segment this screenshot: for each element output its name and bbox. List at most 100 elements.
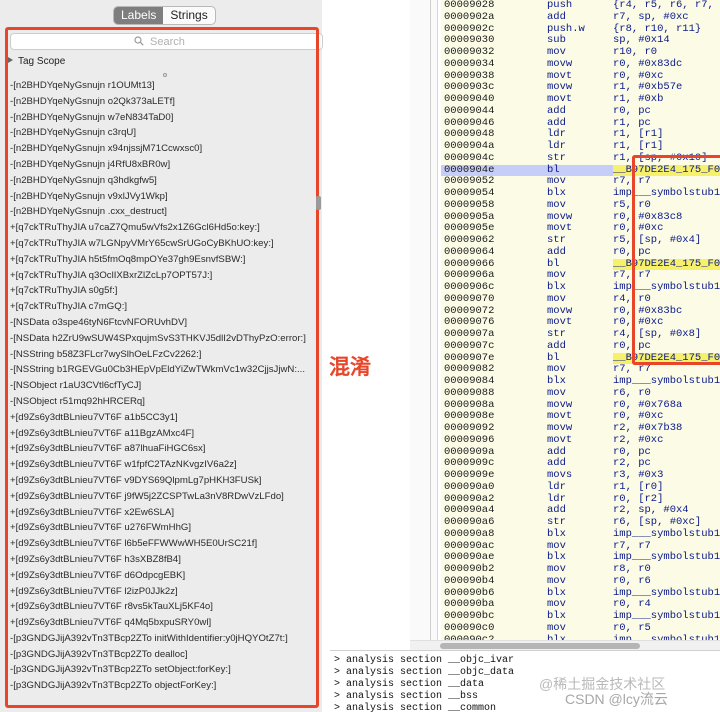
- label-list-item[interactable]: +[d9Zs6y3dtBLnieu7VT6F j9fW5j2ZCSPTwLa3n…: [10, 489, 320, 505]
- label-list-item[interactable]: +[d9Zs6y3dtBLnieu7VT6F l6b5eFFWWwWH5E0Ur…: [10, 536, 320, 552]
- instruction-address: 0000904c: [444, 151, 495, 164]
- label-list-item[interactable]: +[q7ckTRuThyJIA h5t5fmOq8mpOYe37gh9Esnvf…: [10, 252, 320, 268]
- label-list-item[interactable]: -[NSObject r51mq92hHRCERq]: [10, 394, 320, 410]
- disassembly-row[interactable]: 000090a8 blx imp___symbolstub1_: [441, 527, 720, 541]
- label-list-item[interactable]: -[NSString b1RGEVGu0Cb3HEpVpEldYiZwTWkmV…: [10, 362, 320, 378]
- instruction-operands: r0, pc: [613, 245, 651, 258]
- disassembly-row[interactable]: 00009028 push {r4, r5, r6, r7, lr}: [441, 0, 720, 12]
- instruction-operands: r6, [sp, #0xc]: [613, 516, 702, 528]
- instruction-operands: r0, pc: [613, 339, 651, 352]
- label-list-item[interactable]: +[d9Zs6y3dtBLnieu7VT6F q4Mq5bxpuSRY0wl]: [10, 615, 320, 631]
- panel-tab-bar: Labels Strings: [113, 6, 216, 25]
- disassembly-row[interactable]: 00009032 mov r10, r0: [441, 46, 720, 59]
- label-list-item[interactable]: -[n2BHDYqeNyGsnujn v9xlJVy1Wkp]: [10, 189, 320, 205]
- tag-scope-toggle[interactable]: Tag Scope: [8, 56, 65, 68]
- label-list-item[interactable]: -[n2BHDYqeNyGsnujn .cxx_destruct]: [10, 204, 320, 220]
- disassembly-row[interactable]: 00009070 mov r4, r0: [441, 292, 720, 306]
- horizontal-scrollbar[interactable]: [410, 640, 720, 650]
- label-list-item[interactable]: -[n2BHDYqeNyGsnujn j4RfU8xBR0w]: [10, 157, 320, 173]
- label-list-item[interactable]: -[n2BHDYqeNyGsnujn q3hdkgfw5]: [10, 173, 320, 189]
- disassembly-row[interactable]: 000090b4 mov r0, r6: [441, 574, 720, 588]
- instruction-mnemonic: blx: [547, 610, 566, 622]
- label-list-item[interactable]: +[q7ckTRuThyJIA c7mGQ:]: [10, 299, 320, 315]
- label-list-item[interactable]: -[p3GNDGJijA392vTn3TBcp2ZTo setObject:fo…: [10, 662, 320, 678]
- disassembly-row[interactable]: 0000904c str r1, [sp, #0x10]: [441, 151, 720, 165]
- tab-strings[interactable]: Strings: [163, 7, 214, 24]
- disassembly-row[interactable]: 000090c0 mov r0, r5: [441, 622, 720, 635]
- disassembly-row[interactable]: 00009034 movw r0, #0x83dc: [441, 57, 720, 71]
- tag-scope-label: Tag Scope: [18, 56, 66, 67]
- label-list-item[interactable]: +[d9Zs6y3dtBLnieu7VT6F r8vs5kTauXLj5KF4o…: [10, 599, 320, 615]
- disassembly-row[interactable]: 0000907c add r0, pc: [441, 339, 720, 353]
- instruction-address: 00009070: [444, 292, 495, 305]
- disassembly-row[interactable]: 00009062 str r5, [sp, #0x4]: [441, 234, 720, 247]
- instruction-address: 00009058: [444, 198, 495, 211]
- instruction-address: 00009034: [444, 57, 495, 70]
- disassembly-row[interactable]: 00009054 blx imp___symbolstub1_: [441, 187, 720, 200]
- label-list-item[interactable]: +[d9Zs6y3dtBLnieu7VT6F u276FWmHhG]: [10, 520, 320, 536]
- instruction-address: 000090a0: [444, 480, 495, 493]
- disassembly-row[interactable]: 00009096 movt r2, #0xc: [441, 433, 720, 447]
- label-list-item[interactable]: +[q7ckTRuThyJIA q3OclIXBxrZlZcLp7OPT57J:…: [10, 268, 320, 284]
- disassembly-row[interactable]: 00009084 blx imp___symbolstub1_: [441, 375, 720, 388]
- label-list-item[interactable]: -[NSObject r1aU3CVtl6cfTyCJ]: [10, 378, 320, 394]
- disassembly-row[interactable]: 000090bc blx imp___symbolstub1_: [441, 610, 720, 623]
- disassembly-row[interactable]: 00009088 mov r6, r0: [441, 387, 720, 400]
- label-list-item[interactable]: +[d9Zs6y3dtBLnieu7VT6F a1b5CC3y1]: [10, 410, 320, 426]
- disassembly-row[interactable]: 0000902a add r7, sp, #0xc: [441, 10, 720, 24]
- instruction-mnemonic: mov: [547, 292, 566, 305]
- disassembly-row[interactable]: 0000909e movs r3, #0x3: [441, 469, 720, 482]
- instruction-mnemonic: str: [547, 151, 566, 164]
- disassembly-row[interactable]: 0000906c blx imp___symbolstub1_: [441, 281, 720, 294]
- label-list-item[interactable]: +[d9Zs6y3dtBLnieu7VT6F l2izP0JJk2z]: [10, 584, 320, 600]
- instruction-operands: r1, [r0]: [613, 480, 664, 493]
- label-list-item[interactable]: +[d9Zs6y3dtBLnieu7VT6F a87lhuaFiHGC6sx]: [10, 441, 320, 457]
- instruction-operands: r2, #0xc: [613, 433, 664, 446]
- instruction-operands: r8, r0: [613, 563, 651, 575]
- instruction-operands: imp___symbolstub1_: [613, 527, 720, 540]
- label-list-item[interactable]: -[n2BHDYqeNyGsnujn c3rqU]: [10, 125, 320, 141]
- label-list-item[interactable]: -[p3GNDGJijA392vTn3TBcp2ZTo dealloc]: [10, 647, 320, 663]
- scrollbar-thumb[interactable]: [440, 643, 640, 649]
- disassembly-row[interactable]: 0000907a str r4, [sp, #0x8]: [441, 328, 720, 341]
- instruction-mnemonic: mov: [547, 563, 566, 575]
- label-list-item[interactable]: +[d9Zs6y3dtBLnieu7VT6F h3sXBZ8fB4]: [10, 552, 320, 568]
- label-list-item[interactable]: -[n2BHDYqeNyGsnujn x94njssjM71Ccwxsc0]: [10, 141, 320, 157]
- search-input[interactable]: Search: [10, 33, 323, 50]
- label-list-item[interactable]: -[n2BHDYqeNyGsnujn r1OUMt13]: [10, 78, 320, 94]
- label-list-item[interactable]: +[d9Zs6y3dtBLnieu7VT6F v9DYS69QlpmLg7pHK…: [10, 473, 320, 489]
- tab-labels[interactable]: Labels: [114, 7, 164, 24]
- obfuscation-annotation: 混淆: [329, 356, 371, 379]
- label-list-item[interactable]: +[d9Zs6y3dtBLnieu7VT6F d6OdpcgEBK]: [10, 568, 320, 584]
- label-list-item[interactable]: +[d9Zs6y3dtBLnieu7VT6F w1fpfC2TAzNKvgzIV…: [10, 457, 320, 473]
- instruction-address: 0000902a: [444, 10, 495, 23]
- panel-splitter-handle[interactable]: [316, 196, 321, 210]
- label-list-item[interactable]: +[q7ckTRuThyJIA s0g5f:]: [10, 283, 320, 299]
- label-list-item[interactable]: -[p3GNDGJijA392vTn3TBcp2ZTo objectForKey…: [10, 678, 320, 694]
- disassembly-row[interactable]: 00009044 add r0, pc: [441, 105, 720, 118]
- label-list-item[interactable]: -[NSData o3spe46tyN6FtcvNFORUvhDV]: [10, 315, 320, 331]
- label-list-item[interactable]: -[NSData h2ZrU9wSUW4SPxqujmSvS3THKVJ5dlI…: [10, 331, 320, 347]
- label-list-item[interactable]: -[p3GNDGJijA392vTn3TBcp2ZTo initWithIden…: [10, 631, 320, 647]
- label-list-item[interactable]: +[q7ckTRuThyJIA u7caZ7Qmu5wVfs2x1Z6Gcl6H…: [10, 220, 320, 236]
- label-list-item[interactable]: -[n2BHDYqeNyGsnujn w7eN834TaD0]: [10, 110, 320, 126]
- instruction-address: 0000906c: [444, 281, 495, 293]
- disassembly-row[interactable]: 00009064 add r0, pc: [441, 245, 720, 259]
- disassembly-row[interactable]: 000090a6 str r6, [sp, #0xc]: [441, 516, 720, 529]
- instruction-address: 00009096: [444, 433, 495, 446]
- instruction-operands: r1, #0xb: [613, 93, 664, 105]
- label-list-item[interactable]: +[d9Zs6y3dtBLnieu7VT6F a11BgzAMxc4F]: [10, 426, 320, 442]
- instruction-address: 000090bc: [444, 610, 495, 622]
- label-list-item[interactable]: -[NSString b58Z3FLcr7wySlhOeLFzCv2262:]: [10, 347, 320, 363]
- disassembly-row[interactable]: 000090a0 ldr r1, [r0]: [441, 480, 720, 494]
- label-list-item[interactable]: +[q7ckTRuThyJIA w7LGNpyVMrY65cwSrUGoCyBK…: [10, 236, 320, 252]
- instruction-mnemonic: mov: [547, 574, 566, 587]
- label-list-item[interactable]: +[d9Zs6y3dtBLnieu7VT6F x2Ew6SLA]: [10, 505, 320, 521]
- disassembly-row[interactable]: 00009092 movw r2, #0x7b38: [441, 422, 720, 435]
- disassembly-view[interactable]: 00009028push{r4, r5, r6, r7, lr}0000902a…: [441, 0, 720, 640]
- disassembly-row[interactable]: 0000904a ldr r1, [r1]: [441, 140, 720, 153]
- disassembly-row[interactable]: 000090b2 mov r8, r0: [441, 563, 720, 576]
- disassembly-row[interactable]: 00009058 mov r5, r0: [441, 198, 720, 212]
- label-list-item[interactable]: -[n2BHDYqeNyGsnujn o2Qk373aLETf]: [10, 94, 320, 110]
- disassembly-row[interactable]: 00009040 movt r1, #0xb: [441, 93, 720, 106]
